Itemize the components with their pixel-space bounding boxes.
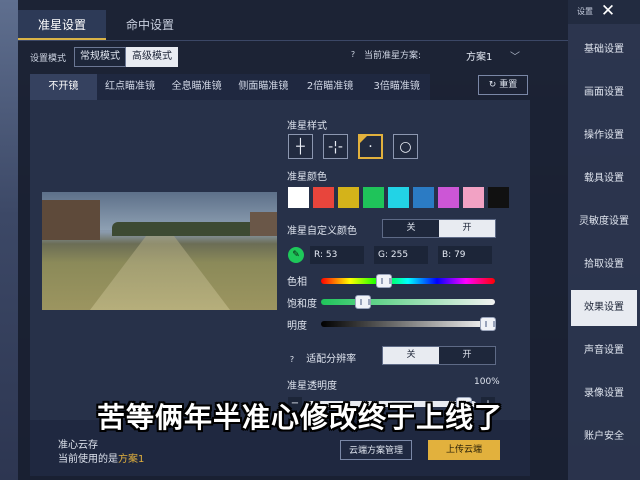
color-swatch[interactable] <box>338 187 359 208</box>
color-swatch[interactable] <box>413 187 434 208</box>
crosshair-preview <box>42 192 277 310</box>
color-swatch[interactable] <box>488 187 509 208</box>
sidebar-item[interactable]: 灵敏度设置 <box>571 204 637 240</box>
refresh-icon: ↻ <box>488 80 497 90</box>
mode-row: 设置模式 常规模式 高级模式 <box>30 46 179 68</box>
hue-slider[interactable] <box>321 278 495 284</box>
close-icon[interactable]: ✕ <box>599 2 617 20</box>
brightness-label: 明度 <box>287 321 307 332</box>
scope-tab-reddot[interactable]: 红点瞄准镜 <box>97 74 164 100</box>
scope-tab-none[interactable]: 不开镜 <box>30 74 97 100</box>
top-tabs: 准星设置 命中设置 <box>18 10 194 40</box>
reset-label: 重置 <box>499 80 518 90</box>
tab-hit[interactable]: 命中设置 <box>106 10 194 40</box>
toggle-off[interactable]: 关 <box>383 347 439 364</box>
sidebar-title: 设置 <box>577 7 593 16</box>
help-icon[interactable]: ? <box>348 50 358 59</box>
help-icon[interactable]: ? <box>287 355 297 364</box>
reset-button[interactable]: ↻ 重置 <box>478 75 528 95</box>
crosshair-color-label: 准星颜色 <box>287 172 327 183</box>
chevron-down-icon[interactable]: ﹀ <box>510 48 520 63</box>
mode-normal-button[interactable]: 常规模式 <box>74 47 127 67</box>
toggle-on[interactable]: 开 <box>439 347 495 364</box>
sidebar-item[interactable]: 声音设置 <box>571 333 637 369</box>
sidebar-item[interactable]: 载具设置 <box>571 161 637 197</box>
scheme-select[interactable]: 方案1 <box>466 48 492 63</box>
eyedropper-icon[interactable]: ✎ <box>288 247 304 263</box>
color-swatch[interactable] <box>388 187 409 208</box>
b-value[interactable]: B: 79 <box>438 246 492 264</box>
toggle-on[interactable]: 开 <box>439 220 495 237</box>
divider <box>18 40 568 41</box>
crosshair-style-label: 准星样式 <box>287 121 327 132</box>
mode-label: 设置模式 <box>30 53 67 64</box>
toggle-off[interactable]: 关 <box>383 220 439 237</box>
saturation-label: 饱和度 <box>287 299 317 310</box>
scope-tab-side[interactable]: 侧面瞄准镜 <box>230 74 297 100</box>
current-scheme-prefix: 当前使用的是 <box>58 454 118 465</box>
mode-advanced-button[interactable]: 高级模式 <box>126 47 179 67</box>
color-swatch[interactable] <box>463 187 484 208</box>
current-scheme-text: 当前使用的是方案1 <box>58 450 144 465</box>
adaptive-res-label: 适配分辨率 <box>306 354 357 365</box>
hue-slider-knob[interactable] <box>375 274 392 288</box>
color-swatch[interactable] <box>288 187 309 208</box>
custom-color-label: 准星自定义颜色 <box>287 226 357 237</box>
cloud-save-label: 准心云存 <box>58 440 98 451</box>
style-option-dot[interactable]: · <box>358 134 383 159</box>
adaptive-res-toggle[interactable]: 关 开 <box>382 346 496 365</box>
scheme-label-row: ? 当前准星方案: <box>348 48 421 61</box>
opacity-value: 100% <box>474 377 500 387</box>
scope-tabs: 不开镜 红点瞄准镜 全息瞄准镜 侧面瞄准镜 2倍瞄准镜 3倍瞄准镜 <box>30 74 430 100</box>
scope-tab-3x[interactable]: 3倍瞄准镜 <box>363 74 430 100</box>
custom-color-toggle[interactable]: 关 开 <box>382 219 496 238</box>
style-option-circle[interactable]: ○ <box>393 134 418 159</box>
scope-tab-2x[interactable]: 2倍瞄准镜 <box>297 74 364 100</box>
sidebar-item[interactable]: 效果设置 <box>571 290 637 326</box>
brightness-slider-knob[interactable] <box>480 317 497 331</box>
sidebar-item[interactable]: 画面设置 <box>571 75 637 111</box>
scope-tab-holo[interactable]: 全息瞄准镜 <box>163 74 230 100</box>
current-scheme-name: 方案1 <box>118 454 145 465</box>
sidebar-item[interactable]: 拾取设置 <box>571 247 637 283</box>
cloud-manage-button[interactable]: 云端方案管理 <box>340 440 412 460</box>
opacity-label: 准星透明度 <box>287 381 337 392</box>
color-swatch[interactable] <box>438 187 459 208</box>
r-value[interactable]: R: 53 <box>310 246 364 264</box>
hue-label: 色相 <box>287 277 307 288</box>
saturation-slider-knob[interactable] <box>354 295 371 309</box>
tab-crosshair[interactable]: 准星设置 <box>18 10 106 40</box>
saturation-slider[interactable] <box>321 299 495 305</box>
style-option-cross[interactable]: ┼ <box>288 134 313 159</box>
upload-cloud-button[interactable]: 上传云端 <box>428 440 500 460</box>
adaptive-res-row: ? 适配分辨率 <box>287 350 356 365</box>
video-caption: 苦等俩年半准心修改终于上线了 <box>97 401 504 434</box>
sidebar-item[interactable]: 操作设置 <box>571 118 637 154</box>
scheme-label: 当前准星方案: <box>364 51 422 61</box>
color-swatch[interactable] <box>363 187 384 208</box>
sidebar-item[interactable]: 基础设置 <box>571 32 637 68</box>
brightness-slider[interactable] <box>321 321 495 327</box>
color-swatch[interactable] <box>313 187 334 208</box>
style-option-gap-cross[interactable]: -¦- <box>323 134 348 159</box>
sidebar-item[interactable]: 账户安全 <box>571 419 637 455</box>
g-value[interactable]: G: 255 <box>374 246 428 264</box>
sidebar-item[interactable]: 录像设置 <box>571 376 637 412</box>
